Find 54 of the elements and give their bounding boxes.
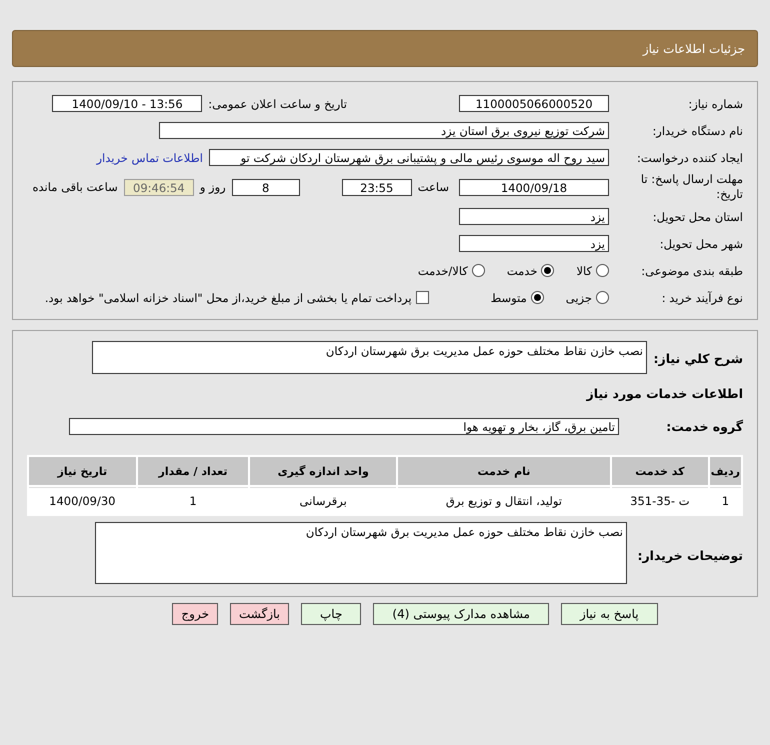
action-button[interactable]: خروج [172,603,218,625]
field-label: طبقه بندی موضوعی: [640,264,743,278]
option-label: جزیی [566,290,592,304]
field-label: ساعت باقی مانده [32,180,118,194]
column-header: کد خدمت [612,457,708,485]
notes-field[interactable]: نصب خازن نقاط مختلف حوزه عمل مدیریت برق شهرستان اردکان [95,522,627,584]
column-header: نام خدمت [398,457,610,485]
text-field[interactable]: 1100005066000520 [459,95,609,112]
text-field[interactable]: 23:55 [342,178,412,196]
text-field[interactable]: 09:46:54 [124,178,194,196]
text-field[interactable]: تامین برق، گاز، بخار و تهویه هوا [69,418,619,434]
text-field[interactable]: 1400/09/10 - 13:56 [52,95,202,112]
text-field[interactable]: 8 [232,178,300,196]
action-button[interactable]: مشاهده مدارک پیوستی (4) [373,603,549,625]
column-header: تعداد / مقدار [138,457,248,485]
field-label: تاریخ و ساعت اعلان عمومی: [208,96,347,110]
radio-button[interactable] [530,291,544,304]
option-label: متوسط [490,290,527,304]
summary-field[interactable]: نصب خازن نقاط مختلف حوزه عمل مدیریت برق شهرستان اردکان [92,341,647,374]
column-header: ردیف [710,457,741,485]
radio-button[interactable] [596,264,609,277]
column-header: تاریخ نیاز [29,457,136,485]
text-field[interactable]: یزد [459,208,609,225]
option-label: کالا/خدمت [418,264,468,278]
text-field[interactable]: 1400/09/18 [459,178,609,196]
text-field[interactable]: سید روح اله موسوی رئیس مالی و پشتیبانی برق شهرستان اردکان شرکت تو [209,149,609,166]
field-label: توضیحات خریدار: [636,548,743,562]
field-label: شماره نیاز: [687,96,743,110]
radio-button[interactable] [472,264,485,277]
option-label: خدمت [506,264,538,278]
field-label: روز و [200,180,226,194]
field-label: شرح کلي نياز: [653,351,743,366]
option-label: کالا [576,264,592,278]
text-field[interactable]: یزد [459,235,609,252]
field-label: نام دستگاه خریدار: [651,124,743,138]
action-button[interactable]: بازگشت [230,603,289,625]
action-button[interactable]: چاپ [301,603,362,625]
section-title: اطلاعات خدمات مورد نیاز [586,386,743,400]
radio-button[interactable] [541,264,554,277]
radio-button[interactable] [596,291,609,304]
field-label: ایجاد کننده درخواست: [636,150,743,164]
field-label: استان محل تحویل: [652,210,743,224]
text-field[interactable]: شرکت توزیع نیروی برق استان یزد [159,122,609,139]
checkbox-label: پرداخت تمام یا بخشی از مبلغ خرید،از محل "اسناد خزانه اسلامی" خواهد بود. [44,290,412,304]
action-button[interactable]: پاسخ به نیاز [560,603,658,625]
field-label: ساعت [418,180,449,194]
field-label: گروه خدمت: [665,418,743,434]
column-header: واحد اندازه گیری [250,457,396,485]
field-label: نوع فرآیند خرید : [660,290,743,304]
page-title: جزئیات اطلاعات نیاز [642,42,745,56]
contact-link[interactable]: اطلاعات تماس خریدار [96,150,203,164]
field-label: مهلت ارسال پاسخ: تا تاریخ: [640,172,743,202]
field-label: شهر محل تحویل: [658,236,743,250]
checkbox[interactable] [416,291,429,304]
